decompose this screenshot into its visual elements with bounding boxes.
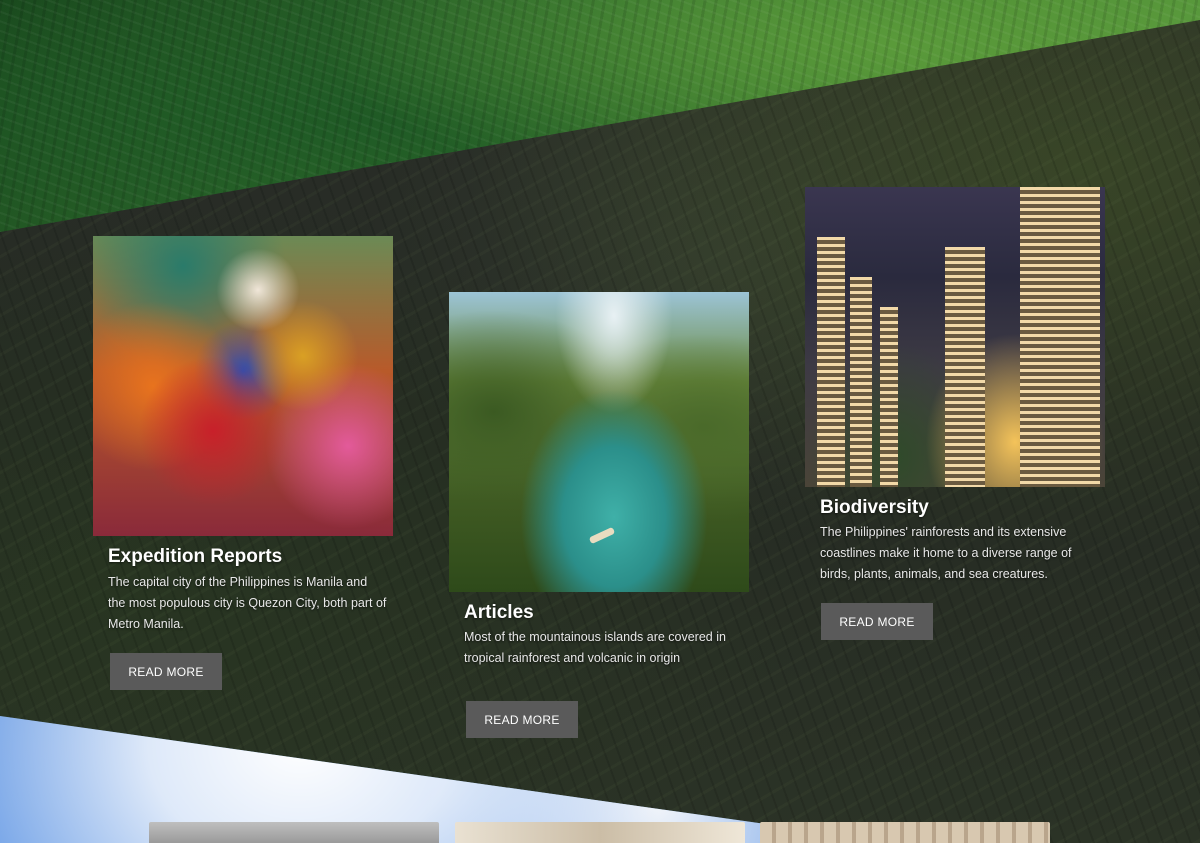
read-more-button[interactable]: READ MORE bbox=[110, 653, 222, 690]
biodiversity-image[interactable] bbox=[805, 187, 1105, 487]
read-more-button[interactable]: READ MORE bbox=[821, 603, 933, 640]
card-description: Most of the mountainous islands are cove… bbox=[464, 630, 726, 665]
articles-image[interactable] bbox=[449, 292, 749, 592]
card-description: The Philippines' rainforests and its ext… bbox=[820, 525, 1072, 581]
card-title: Expedition Reports bbox=[108, 546, 283, 567]
card-title: Articles bbox=[464, 602, 534, 623]
bottom-card-thumbnail[interactable] bbox=[760, 822, 1050, 843]
card-description: The capital city of the Philippines is M… bbox=[108, 575, 387, 631]
expedition-reports-image[interactable] bbox=[93, 236, 393, 536]
read-more-button[interactable]: READ MORE bbox=[466, 701, 578, 738]
bottom-card-thumbnail[interactable] bbox=[455, 822, 745, 843]
card-title: Biodiversity bbox=[820, 497, 929, 518]
bottom-card-thumbnail[interactable] bbox=[149, 822, 439, 843]
